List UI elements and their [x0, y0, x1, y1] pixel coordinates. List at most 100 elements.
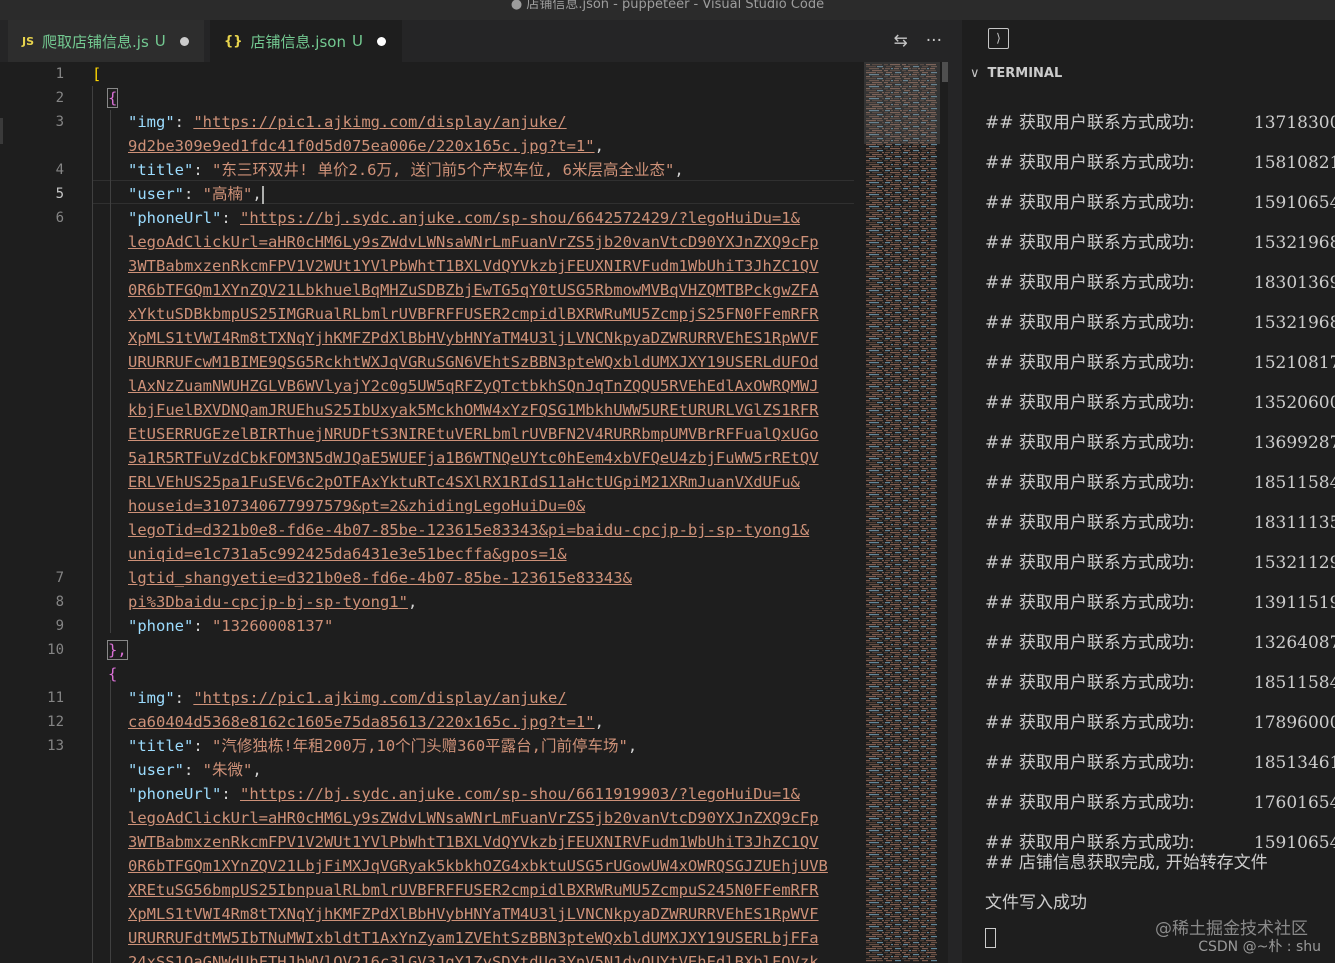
minimap-mark	[909, 884, 911, 886]
minimap-mark	[869, 506, 879, 508]
minimap-mark	[877, 762, 883, 764]
minimap-mark	[900, 572, 902, 574]
minimap-mark	[885, 278, 890, 280]
minimap-mark	[872, 772, 882, 774]
terminal-view-icon[interactable]: ⟩	[988, 28, 1009, 49]
minimap-mark	[885, 602, 890, 604]
minimap-mark	[872, 328, 882, 330]
minimap-mark	[921, 932, 926, 934]
minimap-mark	[895, 582, 901, 584]
minimap-mark	[877, 348, 883, 350]
minimap-mark	[884, 154, 888, 156]
minimap-mark	[866, 268, 870, 270]
minimap-mark	[877, 168, 883, 170]
minimap-mark	[909, 848, 911, 850]
minimap-viewport-slider[interactable]	[864, 62, 940, 144]
minimap-mark	[891, 866, 893, 868]
minimap-mark	[912, 710, 917, 712]
minimap-mark	[869, 608, 879, 610]
minimap-mark	[866, 708, 876, 710]
line-number: 5	[55, 186, 64, 202]
minimap-mark	[886, 534, 892, 536]
minimap-mark	[920, 490, 924, 492]
minimap-mark	[885, 860, 890, 862]
minimap-mark	[895, 666, 901, 668]
minimap-mark	[900, 422, 902, 424]
minimap-mark	[909, 170, 911, 172]
minimap-mark	[902, 166, 906, 168]
minimap-mark	[895, 924, 901, 926]
minimap-mark	[902, 442, 906, 444]
minimap-mark	[930, 428, 935, 430]
minimap-mark	[930, 308, 935, 310]
minimap-mark	[886, 372, 892, 374]
minimap-mark	[866, 604, 870, 606]
minimap[interactable]	[864, 62, 940, 963]
minimap-mark	[895, 252, 901, 254]
minimap-mark	[931, 918, 937, 920]
minimap-mark	[922, 744, 928, 746]
minimap-mark	[885, 398, 890, 400]
minimap-mark	[902, 256, 906, 258]
minimap-mark	[912, 716, 917, 718]
minimap-mark	[909, 632, 911, 634]
minimap-mark	[918, 170, 920, 172]
code-editor[interactable]: 1 2 3 4 5 6 7 8 9 10 11 12 13 [ { "img": "https://pi…	[0, 62, 948, 963]
minimap-mark	[920, 190, 924, 192]
minimap-mark	[922, 702, 928, 704]
minimap-mark	[869, 446, 879, 448]
minimap-mark	[909, 212, 911, 214]
minimap-mark	[921, 164, 926, 166]
minimap-mark	[900, 800, 902, 802]
minimap-mark	[884, 454, 888, 456]
minimap-mark	[913, 738, 919, 740]
minimap-mark	[885, 686, 890, 688]
minimap-mark	[890, 466, 900, 468]
unsaved-dot-icon[interactable]	[179, 36, 189, 46]
open-changes-icon[interactable]: ⇆	[894, 31, 908, 51]
minimap-mark	[872, 928, 882, 930]
minimap-mark	[912, 722, 917, 724]
minimap-mark	[921, 608, 926, 610]
minimap-mark	[866, 696, 876, 698]
minimap-mark	[877, 522, 883, 524]
minimap-mark	[909, 740, 911, 742]
minimap-mark	[920, 370, 924, 372]
minimap-mark	[931, 474, 937, 476]
minimap-mark	[886, 144, 892, 146]
minimap-mark	[918, 344, 920, 346]
terminal-section-header[interactable]: ∨ TERMINAL	[970, 66, 1062, 81]
minimap-mark	[895, 858, 901, 860]
minimap-mark	[902, 700, 906, 702]
code-content[interactable]: [ { "img": "https://pic1.ajkimg.com/disp…	[92, 62, 852, 963]
minimap-mark	[866, 252, 876, 254]
minimap-mark	[904, 642, 910, 644]
minimap-mark	[884, 256, 888, 258]
minimap-mark	[931, 948, 937, 950]
minimap-mark	[886, 942, 892, 944]
tab-crawl-js[interactable]: JS 爬取店铺信息.js U	[8, 20, 204, 62]
minimap-mark	[913, 288, 919, 290]
minimap-mark	[886, 426, 892, 428]
minimap-mark	[912, 302, 917, 304]
more-actions-icon[interactable]: ···	[926, 31, 942, 51]
minimap-mark	[890, 640, 900, 642]
minimap-mark	[912, 188, 917, 190]
phone-number: 15321129181	[1253, 553, 1335, 573]
minimap-mark	[931, 372, 937, 374]
minimap-mark	[931, 228, 937, 230]
unsaved-dot-icon[interactable]	[376, 36, 386, 46]
minimap-mark	[922, 792, 928, 794]
minimap-mark	[894, 362, 899, 364]
minimap-mark	[890, 754, 900, 756]
minimap-mark	[931, 906, 937, 908]
minimap-mark	[877, 510, 883, 512]
minimap-mark	[904, 204, 910, 206]
tab-shop-json[interactable]: {} 店铺信息.json U	[210, 20, 402, 62]
minimap-mark	[931, 864, 937, 866]
minimap-mark	[918, 812, 920, 814]
minimap-mark	[877, 270, 883, 272]
minimap-mark	[884, 730, 888, 732]
minimap-mark	[926, 328, 936, 330]
minimap-mark	[900, 746, 902, 748]
